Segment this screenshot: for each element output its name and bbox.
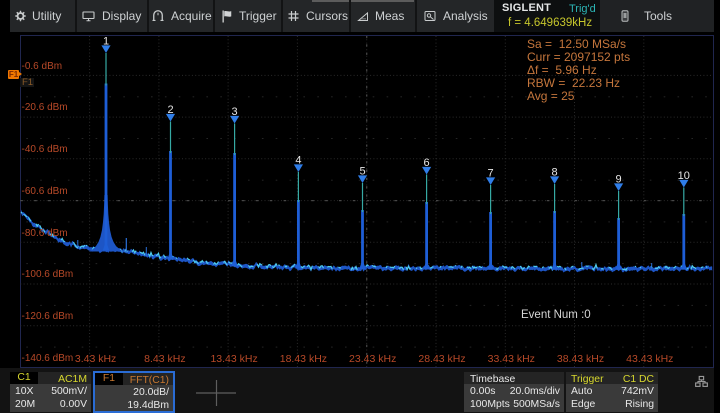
svg-text:4: 4: [295, 154, 301, 166]
svg-text:1: 1: [103, 35, 109, 47]
svg-text:3: 3: [232, 106, 238, 118]
svg-text:2: 2: [167, 104, 173, 116]
svg-text:9: 9: [616, 173, 622, 185]
svg-text:6: 6: [424, 157, 430, 169]
svg-text:8: 8: [552, 166, 558, 178]
svg-text:10: 10: [678, 170, 690, 182]
svg-text:7: 7: [488, 167, 494, 179]
svg-text:5: 5: [359, 165, 365, 177]
